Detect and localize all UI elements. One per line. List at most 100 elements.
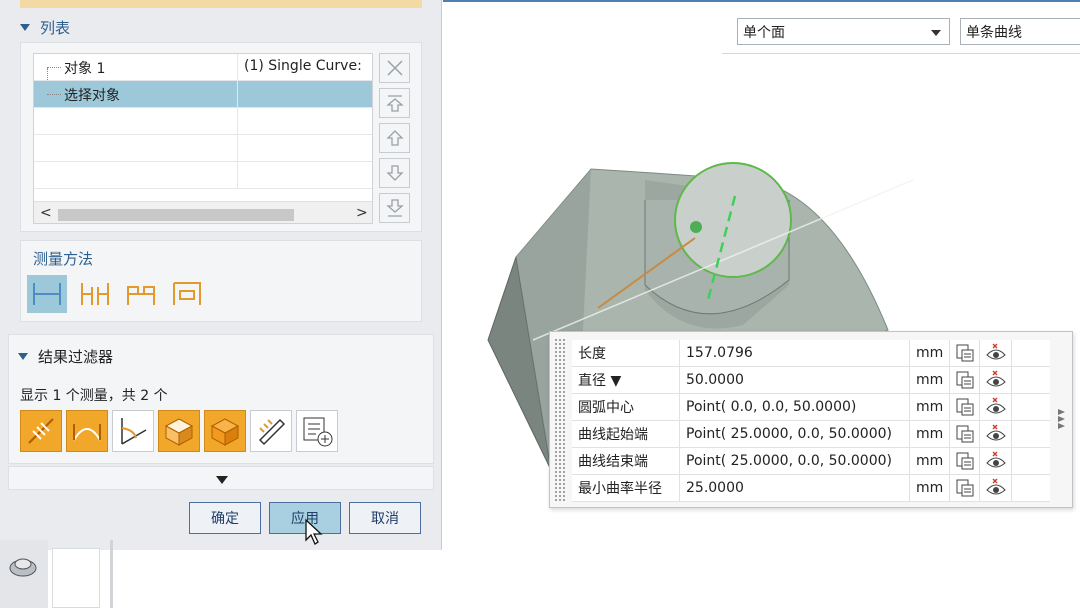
filter-angle-button[interactable] [112,410,154,452]
method-projection-button[interactable] [121,275,161,313]
hide-eye-icon[interactable] [980,475,1012,501]
result-unit: mm [910,340,950,366]
result-value: Point( 0.0, 0.0, 50.0000) [680,394,910,420]
drag-grip-handle[interactable] [554,338,566,502]
copy-to-clipboard-icon[interactable] [950,475,980,501]
top-section-strip [20,0,422,8]
result-filter-summary: 显示 1 个测量，共 2 个 [20,388,168,404]
result-name: 直径 ▼ [572,367,680,393]
filter-ruler-button[interactable] [250,410,292,452]
result-name: 最小曲率半径 [572,475,680,501]
filter-add-button[interactable] [296,410,338,452]
horizontal-scrollbar[interactable]: < > [34,201,372,223]
table-row[interactable]: 曲线结束端 Point( 25.0000, 0.0, 50.0000) mm [572,448,1050,475]
hide-eye-icon[interactable] [980,340,1012,366]
type-filter-value: 单个面 [743,24,785,41]
angle-filter-icon [121,418,147,445]
resource-bar [0,540,113,608]
ok-button[interactable]: 确定 [189,502,261,534]
copy-to-clipboard-icon[interactable] [950,367,980,393]
method-length-button[interactable] [27,275,67,313]
method-parallel-button[interactable] [75,275,115,313]
move-up-button[interactable] [379,123,410,153]
table-row[interactable]: 圆弧中心 Point( 0.0, 0.0, 50.0000) mm [572,394,1050,421]
result-value: 25.0000 [680,475,910,501]
result-filter-header[interactable]: 结果过滤器 [18,343,113,369]
measure-dialog: 列表 对象 1 (1) Single Curve: 选择对象 < > 测量方法 … [0,0,442,550]
type-filter-select[interactable]: 单个面 [737,18,950,45]
measure-results-popup: 长度 157.0796 mm 直径 ▼ 50.0000 mm 圆弧中心 Poin… [549,331,1073,508]
offset-method-icon [173,282,201,305]
hide-eye-icon[interactable] [980,421,1012,447]
close-icon [386,60,403,76]
list-row[interactable] [34,108,372,135]
result-name: 曲线结束端 [572,448,680,474]
copy-to-clipboard-icon[interactable] [950,340,980,366]
scrollbar-thumb[interactable] [58,209,294,221]
result-unit: mm [910,475,950,501]
table-row[interactable]: 直径 ▼ 50.0000 mm [572,367,1050,394]
hide-eye-icon[interactable] [980,367,1012,393]
result-unit: mm [910,394,950,420]
selection-bar-divider [722,53,1080,54]
part-navigator-icon[interactable] [6,550,40,580]
filter-body-button[interactable] [204,410,246,452]
list-row[interactable]: 对象 1 (1) Single Curve: [34,54,372,81]
result-name: 圆弧中心 [572,394,680,420]
list-row-value: (1) Single Curve: [244,58,362,74]
mouse-cursor-icon [305,518,323,545]
result-value: 157.0796 [680,340,910,366]
list-section-header[interactable]: 列表 [20,14,70,40]
length-method-icon [33,283,61,305]
result-value: 50.0000 [680,367,910,393]
result-value: Point( 25.0000, 0.0, 50.0000) [680,421,910,447]
hide-eye-icon[interactable] [980,448,1012,474]
table-row[interactable]: 曲线起始端 Point( 25.0000, 0.0, 50.0000) mm [572,421,1050,448]
parallel-method-icon [81,283,109,305]
copy-to-clipboard-icon[interactable] [950,421,980,447]
scroll-left-arrow[interactable]: < [40,205,52,221]
hide-eye-icon[interactable] [980,394,1012,420]
method-offset-button[interactable] [167,275,207,313]
move-down-button[interactable] [379,158,410,188]
move-to-top-button[interactable] [379,88,410,118]
table-row[interactable]: 长度 157.0796 mm [572,340,1050,367]
scroll-right-arrow[interactable]: > [356,205,368,221]
distance-filter-icon [28,418,54,444]
curve-rule-select[interactable]: 单条曲线 [960,18,1080,45]
list-row[interactable] [34,162,372,189]
method-section-title: 测量方法 [33,250,94,268]
result-unit: mm [910,448,950,474]
collapse-triangle-icon [18,352,28,360]
table-row[interactable]: 最小曲率半径 25.0000 mm [572,475,1050,502]
object-list-table: 对象 1 (1) Single Curve: 选择对象 < > [33,53,373,224]
cancel-button[interactable]: 取消 [349,502,421,534]
curve-rule-value: 单条曲线 [966,24,1022,41]
results-table: 长度 157.0796 mm 直径 ▼ 50.0000 mm 圆弧中心 Poin… [572,340,1050,502]
ruler-filter-icon [258,418,286,446]
body-filter-icon [210,418,240,446]
list-row[interactable] [34,135,372,162]
list-row-name: 对象 1 [64,61,106,77]
projection-method-icon [127,286,155,305]
result-unit: mm [910,421,950,447]
list-section-title: 列表 [40,18,71,37]
move-to-bottom-button[interactable] [379,193,410,223]
viewport-top-border [443,0,1080,2]
delete-button[interactable] [379,53,410,83]
expand-down-icon [216,476,228,484]
result-unit: mm [910,367,950,393]
filter-distance-button[interactable] [20,410,62,452]
face-filter-icon [164,418,194,446]
result-filter-title: 结果过滤器 [38,347,114,366]
result-value: Point( 25.0000, 0.0, 50.0000) [680,448,910,474]
list-row-selected[interactable]: 选择对象 [34,81,372,108]
collapse-triangle-icon [20,23,30,31]
filter-face-button[interactable] [158,410,200,452]
expand-more-bar[interactable] [8,466,434,490]
copy-to-clipboard-icon[interactable] [950,394,980,420]
result-name: 长度 [572,340,680,366]
copy-to-clipboard-icon[interactable] [950,448,980,474]
filter-arc-button[interactable] [66,410,108,452]
expand-right-arrows-icon[interactable] [1057,407,1067,431]
